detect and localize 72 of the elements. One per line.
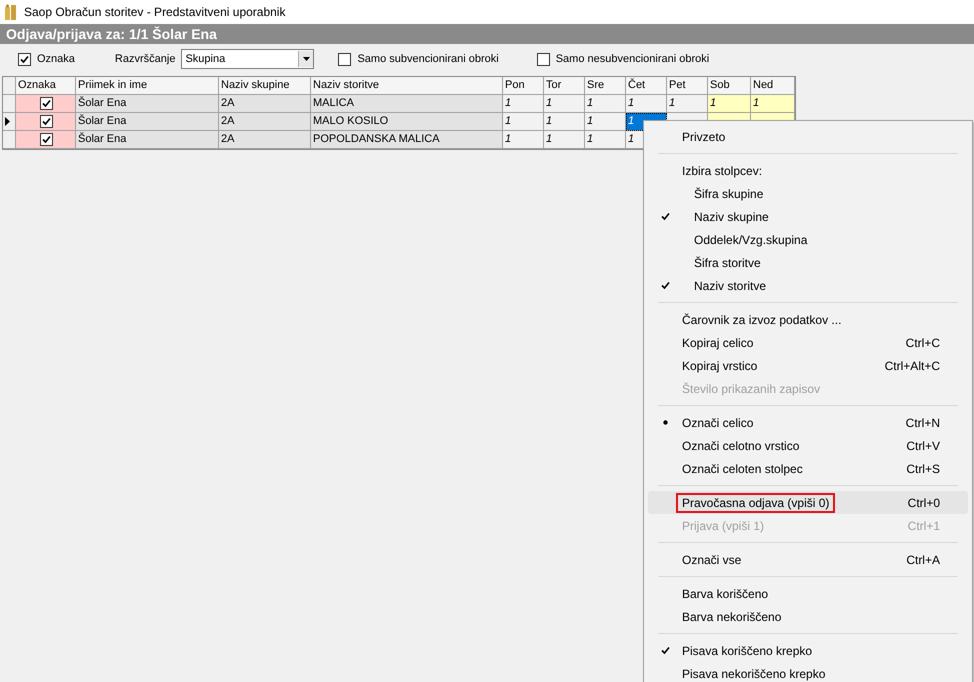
checkbox[interactable] [536, 52, 550, 66]
day-cell[interactable]: 1 [585, 95, 626, 113]
menu-item[interactable]: Čarovnik za izvoz podatkov ... [648, 308, 968, 331]
menu-item[interactable]: Naziv skupine [648, 205, 968, 228]
day-cell[interactable]: 1 [667, 95, 708, 113]
table-cell: 2A [219, 113, 311, 131]
checkbox-label: Samo nesubvencionirani obroki [556, 53, 710, 65]
row-header-cell [3, 77, 16, 95]
highlight-outline: Pravočasna odjava (vpiši 0) [676, 492, 836, 512]
menu-item[interactable]: Naziv storitve [648, 274, 968, 297]
menu-item[interactable]: Kopiraj vrstico Ctrl+Alt+C [648, 354, 968, 377]
menu-item[interactable]: Barva koriščeno [648, 582, 968, 605]
sort-label: Razvrščanje [114, 53, 176, 65]
menu-item[interactable]: Označi celoten stolpec Ctrl+S [648, 457, 968, 480]
menu-item[interactable]: Kopiraj celico Ctrl+C [648, 331, 968, 354]
day-cell[interactable]: 1 [585, 131, 626, 149]
column-header[interactable]: Čet [626, 77, 667, 95]
day-cell[interactable]: 1 [503, 95, 544, 113]
checkbox-label: Samo subvencionirani obroki [357, 53, 499, 65]
column-header[interactable]: Oznaka [16, 77, 76, 95]
menu-item[interactable]: Oddelek/Vzg.skupina [648, 228, 968, 251]
column-header[interactable]: Tor [544, 77, 585, 95]
day-cell[interactable]: 1 [626, 95, 667, 113]
column-header[interactable]: Priimek in ime [76, 77, 219, 95]
table-cell: MALICA [311, 95, 503, 113]
sort-dropdown[interactable]: Skupina [181, 49, 314, 69]
menu-item[interactable]: Šifra skupine [648, 182, 968, 205]
row-header-cell[interactable] [3, 131, 16, 149]
table-cell: 2A [219, 95, 311, 113]
checkbox[interactable] [40, 97, 53, 110]
column-header[interactable]: Pon [503, 77, 544, 95]
menu-item[interactable]: Pisava koriščeno krepko [648, 639, 968, 662]
menu-item[interactable]: Označi vse Ctrl+A [648, 548, 968, 571]
checkbox[interactable] [40, 133, 53, 146]
day-cell[interactable]: 1 [544, 131, 585, 149]
column-header[interactable]: Ned [751, 77, 795, 95]
day-cell[interactable]: 1 [708, 95, 751, 113]
day-cell[interactable]: 1 [751, 95, 795, 113]
checkbox[interactable] [18, 52, 31, 66]
table-cell: Šolar Ena [76, 95, 219, 113]
menu-item[interactable]: Označi celotno vrstico Ctrl+V [648, 434, 968, 457]
menu-header: Izbira stolpcev: [682, 164, 764, 178]
checkbox[interactable] [338, 52, 352, 66]
dropdown-arrow-icon [302, 57, 310, 61]
day-cell[interactable]: 1 [503, 113, 544, 131]
checkbox-label: Oznaka [37, 53, 75, 65]
day-cell[interactable]: 1 [503, 131, 544, 149]
menu-item[interactable]: Označi celico Ctrl+N [648, 411, 968, 434]
menu-item[interactable]: Barva nekoriščeno [648, 605, 968, 628]
menu-item[interactable]: Pisava nekoriščeno krepko [648, 662, 968, 682]
day-cell[interactable]: 1 [544, 113, 585, 131]
menu-item[interactable]: Šifra storitve [648, 251, 968, 274]
app-icon [4, 4, 18, 20]
table-cell: Šolar Ena [76, 113, 219, 131]
checkbox[interactable] [40, 115, 53, 128]
day-cell[interactable]: 1 [585, 113, 626, 131]
table-cell: 2A [219, 131, 311, 149]
table-cell: Šolar Ena [76, 131, 219, 149]
table-cell: POPOLDANSKA MALICA [311, 131, 503, 149]
menu-item[interactable]: Privzeto [648, 125, 968, 148]
day-cell[interactable]: 1 [544, 95, 585, 113]
column-header[interactable]: Pet [667, 77, 708, 95]
column-header[interactable]: Naziv skupine [219, 77, 311, 95]
menu-item[interactable]: Pravočasna odjava (vpiši 0) Ctrl+0 [648, 491, 968, 514]
column-header[interactable]: Sob [708, 77, 751, 95]
row-header-cell[interactable] [3, 113, 16, 131]
column-header[interactable]: Sre [585, 77, 626, 95]
window-title: Saop Obračun storitev - Predstavitveni uporabnik [24, 5, 286, 19]
column-header[interactable]: Naziv storitve [311, 77, 503, 95]
row-header-cell[interactable] [3, 95, 16, 113]
header-title: Odjava/prijava za: 1/1 Šolar Ena [6, 26, 217, 42]
table-cell: MALO KOSILO [311, 113, 503, 131]
